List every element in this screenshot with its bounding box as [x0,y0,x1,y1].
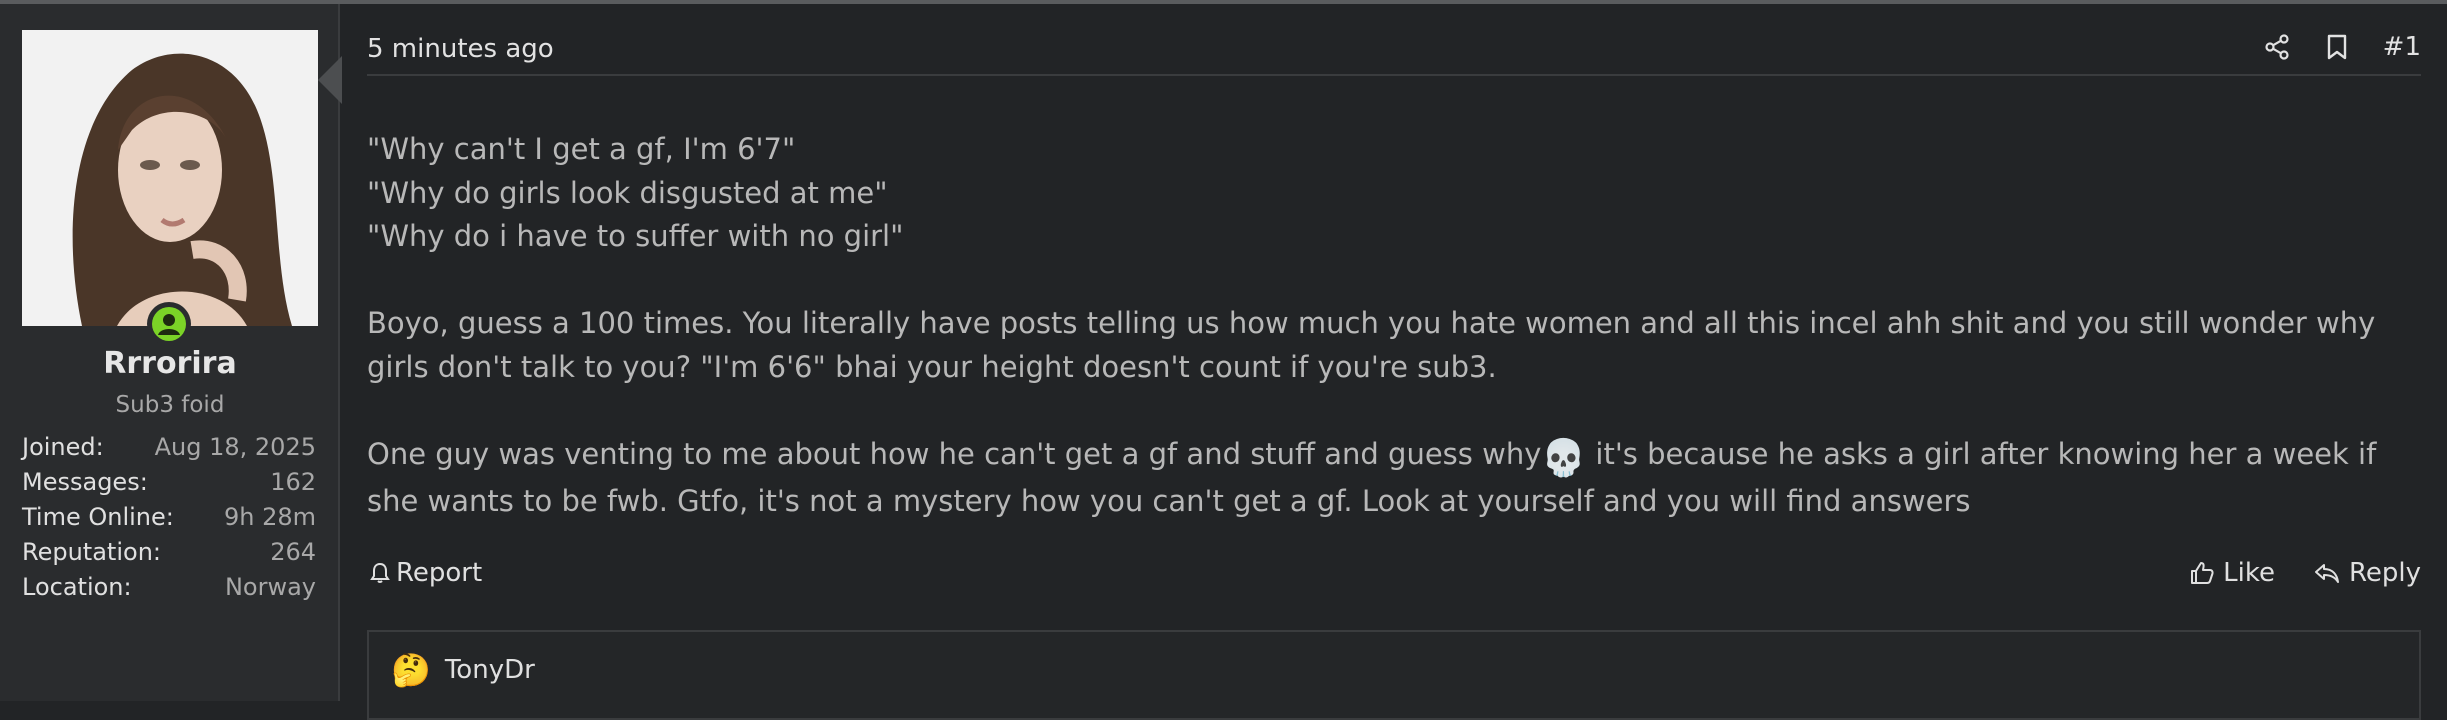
like-label: Like [2223,558,2275,588]
bookmark-icon[interactable] [2325,33,2349,61]
stat-label: Messages: [22,468,148,496]
body-line: "Why can't I get a gf, I'm 6'7" [367,132,796,166]
reply-button[interactable]: Reply [2313,558,2421,588]
online-status-icon [147,302,191,346]
stat-value: 264 [270,538,316,566]
post-footer: Report Like Reply [367,552,2421,598]
thumbs-up-icon [2189,560,2215,586]
paragraph-text: One guy was venting to me about how he c… [367,436,1542,471]
report-button[interactable]: Report [370,558,482,588]
body-paragraph: Boyo, guess a 100 times. You literally h… [367,306,2376,384]
post-header-actions: #1 [2263,32,2421,62]
stat-joined: Joined: Aug 18, 2025 [22,430,316,465]
avatar[interactable] [22,30,318,346]
post-main: 5 minutes ago #1 "Why can't I get a gf, … [367,4,2421,720]
thinking-emoji: 🤔 [391,651,431,689]
quote-author[interactable]: TonyDr [445,655,535,685]
quote-block: 🤔 TonyDr [367,630,2421,720]
stat-value: Norway [224,573,316,601]
user-sidebar: Rrrorira Sub3 foid Joined: Aug 18, 2025 … [0,4,340,701]
like-button[interactable]: Like [2189,558,2275,588]
skull-emoji: 💀 [1541,437,1587,479]
post-time[interactable]: 5 minutes ago [367,34,554,64]
user-title: Sub3 foid [115,392,225,418]
stat-reputation: Reputation: 264 [22,535,316,570]
post-number[interactable]: #1 [2383,32,2421,62]
reply-icon [2313,560,2341,586]
user-stats: Joined: Aug 18, 2025 Messages: 162 Time … [22,430,316,605]
stat-time-online: Time Online: 9h 28m [22,500,316,535]
stat-value: 9h 28m [223,503,316,531]
body-line: "Why do girls look disgusted at me" [367,175,888,210]
stat-value[interactable]: 162 [270,465,316,500]
avatar-image[interactable] [22,30,318,326]
stat-label: Joined: [22,433,104,461]
post-header: 5 minutes ago #1 [367,24,2421,76]
bell-icon [370,561,390,585]
message-arrow [318,56,342,104]
stat-location: Location: Norway [22,570,316,605]
stat-label: Reputation: [22,538,161,566]
post-body: "Why can't I get a gf, I'm 6'7" "Why do … [367,128,2417,524]
stat-messages: Messages: 162 [22,465,316,500]
stat-value: Aug 18, 2025 [154,433,316,461]
stat-label: Location: [22,573,132,601]
quote-header: 🤔 TonyDr [391,654,535,686]
body-paragraph: One guy was venting to me about how he c… [367,433,2417,524]
stat-label: Time Online: [22,503,174,531]
report-label: Report [396,558,483,588]
body-line: "Why do i have to suffer with no girl" [367,219,904,253]
username[interactable]: Rrrorira [0,346,340,381]
footer-actions: Like Reply [2189,558,2421,588]
reply-label: Reply [2348,558,2421,588]
user-icon [158,314,180,335]
share-icon[interactable] [2263,33,2291,61]
